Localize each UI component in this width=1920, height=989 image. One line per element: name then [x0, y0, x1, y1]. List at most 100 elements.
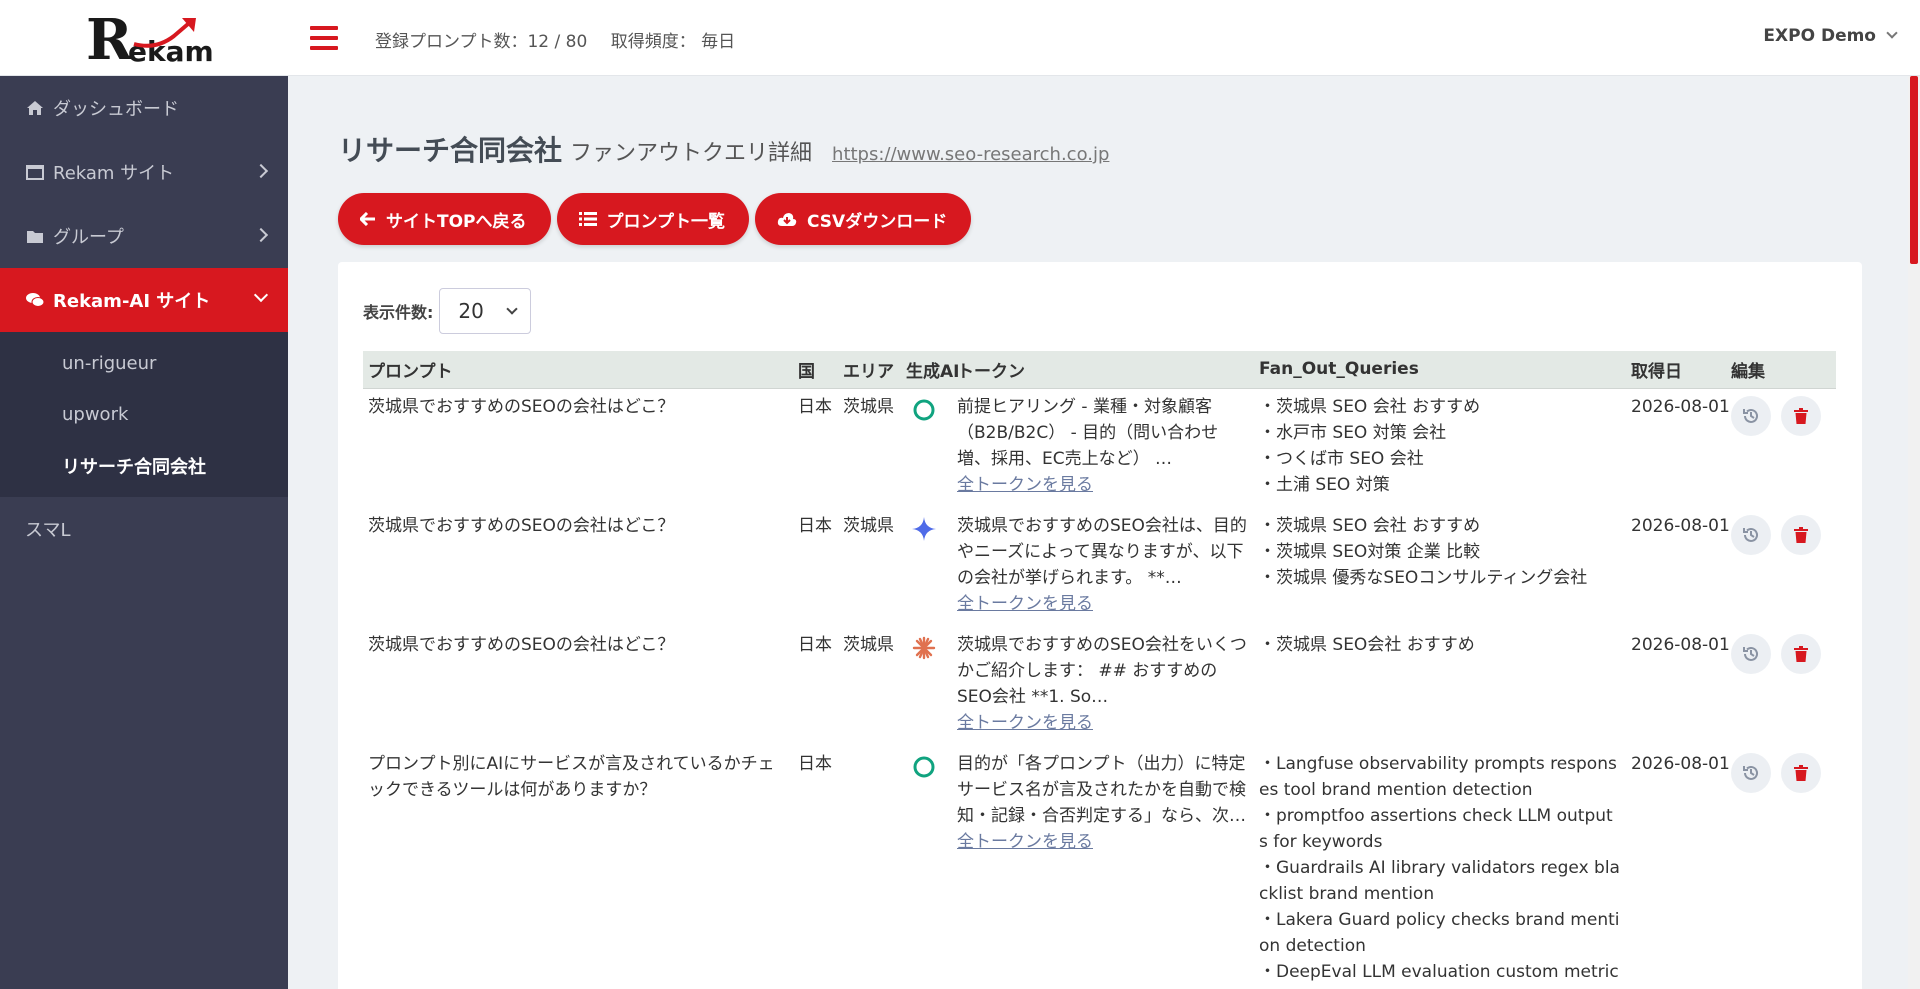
menu-toggle-icon[interactable] — [310, 26, 338, 50]
page-subtitle: ファンアウトクエリ詳細 — [570, 141, 813, 166]
date-cell: 2026-08-01 — [1631, 396, 1730, 417]
list-icon — [578, 212, 597, 226]
user-menu[interactable]: EXPO Demo — [1763, 26, 1898, 46]
token-cell: 茨城県でおすすめのSEO会社をいくつかご紹介します： ## おすすめのSEO会社… — [952, 627, 1254, 746]
query-item: ・茨城県 優秀なSEOコンサルティング会社 — [1259, 567, 1588, 588]
query-item: ・Lakera Guard policy checks brand mentio… — [1259, 909, 1620, 956]
sidebar: ダッシュボード Rekam サイト グループ Rekam-AI サイト un-r… — [0, 76, 288, 989]
area-cell — [838, 746, 901, 989]
chatgpt-icon — [913, 756, 935, 777]
chevron-right-icon — [253, 163, 269, 179]
history-button[interactable] — [1731, 395, 1771, 436]
col-country[interactable]: 国 — [793, 351, 838, 389]
trash-icon — [1794, 645, 1808, 662]
subnav-item-upwork[interactable]: upwork — [0, 389, 288, 440]
view-all-tokens-link[interactable]: 全トークンを見る — [957, 829, 1249, 855]
top-bar: R ekam 登録プロンプト数：12 / 80 取得頻度： 毎日 EXPO De… — [0, 0, 1920, 76]
history-icon — [1743, 765, 1758, 780]
claude-icon — [912, 636, 936, 659]
folder-icon — [25, 228, 45, 244]
token-cell: 目的が「各プロンプト（出力）に特定サービス名が言及されたかを自動で検知・記録・合… — [952, 746, 1254, 989]
site-url-link[interactable]: https://www.seo-research.co.jp — [832, 144, 1109, 165]
date-cell: 2026-08-01 — [1631, 515, 1730, 536]
action-buttons: サイトTOPへ戻る プロンプト一覧 CSVダウンロード — [338, 193, 972, 245]
ai-cell — [901, 627, 952, 746]
home-icon — [25, 100, 45, 116]
col-area[interactable]: エリア — [838, 351, 901, 389]
token-cell: 茨城県でおすすめのSEO会社は、目的やニーズによって異なりますが、以下の会社が挙… — [952, 508, 1254, 627]
logo[interactable]: R ekam — [86, 12, 214, 68]
scrollbar-thumb[interactable] — [1910, 76, 1918, 264]
prompt-cell: 茨城県でおすすめのSEOの会社はどこ？ — [368, 634, 675, 655]
sidebar-item-dashboard[interactable]: ダッシュボード — [0, 76, 288, 140]
csv-download-button[interactable]: CSVダウンロード — [755, 193, 972, 245]
history-button[interactable] — [1731, 633, 1771, 674]
delete-button[interactable] — [1781, 514, 1821, 555]
page-title: リサーチ合同会社 — [338, 134, 563, 167]
sidebar-item-rekam-ai-site[interactable]: Rekam-AI サイト — [0, 268, 288, 332]
trash-icon — [1794, 407, 1808, 424]
history-icon — [1743, 646, 1758, 661]
query-item: ・Guardrails AI library validators regex … — [1259, 857, 1620, 904]
table-row: 茨城県でおすすめのSEOの会社はどこ？ 日本 茨城県 前提ヒアリング - 業種・… — [363, 388, 1836, 508]
per-page-control: 表示件数: 20 — [363, 288, 532, 334]
delete-button[interactable] — [1781, 633, 1821, 674]
queries-cell: ・茨城県 SEO 会社 おすすめ ・水戸市 SEO 対策 会社 ・つくば市 SE… — [1254, 388, 1626, 508]
cloud-download-icon — [777, 212, 797, 227]
ai-cell — [901, 388, 952, 508]
view-all-tokens-link[interactable]: 全トークンを見る — [957, 472, 1249, 498]
chevron-down-icon — [506, 303, 519, 315]
history-button[interactable] — [1731, 514, 1771, 555]
country-cell: 日本 — [798, 396, 832, 417]
page-scrollbar[interactable] — [1908, 76, 1920, 989]
col-date[interactable]: 取得日 — [1626, 351, 1726, 389]
subnav-item-un-rigueur[interactable]: un-rigueur — [0, 338, 288, 389]
country-cell: 日本 — [798, 515, 832, 536]
trash-icon — [1794, 764, 1808, 781]
view-all-tokens-link[interactable]: 全トークンを見る — [957, 591, 1249, 617]
query-item: ・promptfoo assertions check LLM outputs … — [1259, 805, 1613, 852]
col-edit: 編集 — [1726, 351, 1836, 389]
fetch-frequency: 取得頻度： 毎日 — [610, 32, 736, 52]
arrow-left-icon — [360, 212, 376, 226]
edit-cell — [1726, 508, 1836, 627]
area-cell: 茨城県 — [843, 515, 894, 536]
delete-button[interactable] — [1781, 395, 1821, 436]
back-to-site-button[interactable]: サイトTOPへ戻る — [338, 193, 551, 245]
token-text: 目的が「各プロンプト（出力）に特定サービス名が言及されたかを自動で検知・記録・合… — [957, 753, 1246, 826]
area-cell: 茨城県 — [843, 634, 894, 655]
table-row: 茨城県でおすすめのSEOの会社はどこ？ 日本 茨城県 茨城県でおすすめのSEO会… — [363, 508, 1836, 627]
queries-cell: ・茨城県 SEO会社 おすすめ — [1254, 627, 1626, 746]
chat-icon — [25, 292, 45, 308]
col-fanout-queries[interactable]: Fan_Out_Queries — [1254, 351, 1626, 389]
sidebar-item-smal[interactable]: スマL — [0, 497, 288, 561]
history-button[interactable] — [1731, 752, 1771, 793]
token-cell: 前提ヒアリング - 業種・対象顧客（B2B/B2C） - 目的（問い合わせ増、採… — [952, 388, 1254, 508]
prompt-list-button[interactable]: プロンプト一覧 — [556, 193, 750, 245]
country-cell: 日本 — [798, 634, 832, 655]
query-item: ・Langfuse observability prompts response… — [1259, 753, 1617, 800]
chevron-down-icon — [253, 287, 269, 303]
token-text: 茨城県でおすすめのSEO会社は、目的やニーズによって異なりますが、以下の会社が挙… — [957, 515, 1247, 588]
sidebar-item-group[interactable]: グループ — [0, 204, 288, 268]
col-prompt[interactable]: プロンプト — [363, 351, 793, 389]
per-page-select[interactable]: 20 — [439, 288, 532, 334]
edit-cell — [1726, 746, 1836, 989]
trash-icon — [1794, 526, 1808, 543]
delete-button[interactable] — [1781, 752, 1821, 793]
col-ai[interactable]: 生成AI — [901, 351, 959, 389]
sidebar-item-rekam-site[interactable]: Rekam サイト — [0, 140, 288, 204]
table-row: 茨城県でおすすめのSEOの会社はどこ？ 日本 茨城県 茨城県でおすすめのSEO会… — [363, 627, 1836, 746]
prompt-count: 登録プロンプト数：12 / 80 — [375, 32, 588, 52]
view-all-tokens-link[interactable]: 全トークンを見る — [957, 710, 1249, 736]
query-item: ・茨城県 SEO 会社 おすすめ — [1259, 396, 1481, 417]
header-info: 登録プロンプト数：12 / 80 取得頻度： 毎日 — [375, 27, 753, 52]
table-header-row: プロンプト 国 エリア 生成AI トークン Fan_Out_Queries 取得… — [363, 351, 1836, 389]
per-page-label: 表示件数: — [363, 303, 434, 322]
results-card: 表示件数: 20 プロンプト 国 エリア 生成AI トークン Fan_Out_Q… — [338, 262, 1862, 989]
query-item: ・茨城県 SEO会社 おすすめ — [1259, 634, 1475, 655]
subnav-item-research[interactable]: リサーチ合同会社 — [0, 440, 288, 491]
chevron-right-icon — [253, 227, 269, 243]
col-token[interactable]: トークン — [952, 351, 1254, 389]
fanout-table: プロンプト 国 エリア 生成AI トークン Fan_Out_Queries 取得… — [363, 351, 1836, 989]
